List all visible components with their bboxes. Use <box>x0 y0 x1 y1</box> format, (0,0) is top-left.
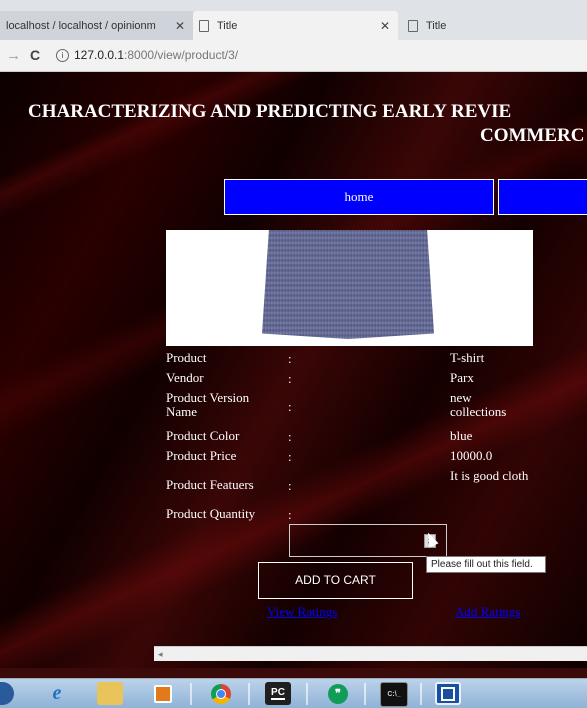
close-tab-icon[interactable]: ✕ <box>175 19 185 33</box>
tab-label: Title <box>426 19 447 32</box>
detail-separator: : <box>288 478 292 493</box>
view-ratings-link[interactable]: View Ratings <box>267 604 337 620</box>
detail-value: new collections <box>450 390 507 419</box>
detail-label: Product Price <box>166 448 237 463</box>
tab-label: localhost / localhost / opinionm <box>6 19 156 32</box>
detail-value: It is good cloth <box>450 468 529 483</box>
file-explorer-icon[interactable] <box>97 682 123 705</box>
pycharm-icon[interactable]: PC <box>265 682 291 705</box>
url-host: 127.0.0.1 <box>74 48 125 62</box>
page-footer-strip <box>0 668 587 678</box>
app-window-icon[interactable] <box>435 682 461 705</box>
detail-label: Product Version Name <box>166 390 250 419</box>
detail-label: Product Color <box>166 428 240 443</box>
detail-value: Parx <box>450 370 474 385</box>
windows-start-icon[interactable] <box>0 682 14 705</box>
browser-tab-bar: localhost / localhost / opinionm ✕ Title… <box>0 0 587 40</box>
chrome-icon[interactable] <box>208 682 234 705</box>
detail-label: Product Featuers <box>166 477 254 492</box>
command-prompt-icon[interactable]: C:\_ <box>380 682 408 707</box>
address-bar: → C i 127.0.0.1:8000/view/product/3/ <box>0 40 587 72</box>
quantity-input[interactable]: ▴ ▾ <box>289 524 447 557</box>
taskbar-divider <box>364 683 366 705</box>
url-path: :8000/view/product/3/ <box>124 48 239 62</box>
site-title: CHARACTERIZING AND PREDICTING EARLY REVI… <box>28 100 587 148</box>
product-image <box>166 230 533 346</box>
detail-separator: : <box>288 449 292 464</box>
tab-title-active[interactable]: Title ✕ <box>193 11 398 40</box>
taskbar-divider <box>306 683 308 705</box>
detail-label: Product Quantity <box>166 506 256 521</box>
detail-label: Vendor <box>166 370 204 385</box>
info-icon[interactable]: i <box>56 49 69 62</box>
taskbar-divider <box>420 683 422 705</box>
taskbar-divider <box>248 683 250 705</box>
page-viewport: CHARACTERIZING AND PREDICTING EARLY REVI… <box>0 72 587 678</box>
add-ratings-link[interactable]: Add Ratings <box>455 604 520 620</box>
detail-separator: : <box>288 399 292 414</box>
add-to-cart-button[interactable]: ADD TO CART <box>258 562 413 599</box>
detail-separator: : <box>288 507 292 522</box>
hangouts-icon[interactable]: ❞ <box>325 682 351 705</box>
reload-icon[interactable]: C <box>30 47 40 63</box>
site-title-line1: CHARACTERIZING AND PREDICTING EARLY REVI… <box>28 101 512 122</box>
outlook-icon[interactable] <box>150 682 176 705</box>
horizontal-scrollbar[interactable]: ◂ <box>154 646 587 661</box>
tab-localhost[interactable]: localhost / localhost / opinionm ✕ <box>0 11 193 40</box>
nav-next-button[interactable] <box>498 179 587 215</box>
close-tab-icon[interactable]: ✕ <box>380 19 390 33</box>
detail-value: 10000.0 <box>450 448 493 463</box>
detail-separator: : <box>288 429 292 444</box>
detail-value: T-shirt <box>450 350 485 365</box>
scroll-left-icon[interactable]: ◂ <box>158 647 163 661</box>
nav-home-button[interactable]: home <box>224 179 494 215</box>
url-field[interactable]: 127.0.0.1:8000/view/product/3/ <box>74 48 238 62</box>
site-title-line2: COMMERC <box>480 125 585 146</box>
detail-separator: : <box>288 371 292 386</box>
document-icon <box>408 19 418 32</box>
validation-tooltip: Please fill out this field. <box>426 556 546 573</box>
tab-title[interactable]: Title <box>398 11 587 40</box>
windows-taskbar: e PC ❞ C:\_ <box>0 678 587 708</box>
document-icon <box>199 19 209 32</box>
tab-label: Title <box>217 19 238 32</box>
detail-separator: : <box>288 351 292 366</box>
tshirt-image <box>262 230 434 339</box>
taskbar-divider <box>190 683 192 705</box>
back-arrow-icon[interactable]: → <box>6 47 21 64</box>
detail-value: blue <box>450 428 473 443</box>
detail-label: Product <box>166 350 207 365</box>
internet-explorer-icon[interactable]: e <box>44 682 70 705</box>
